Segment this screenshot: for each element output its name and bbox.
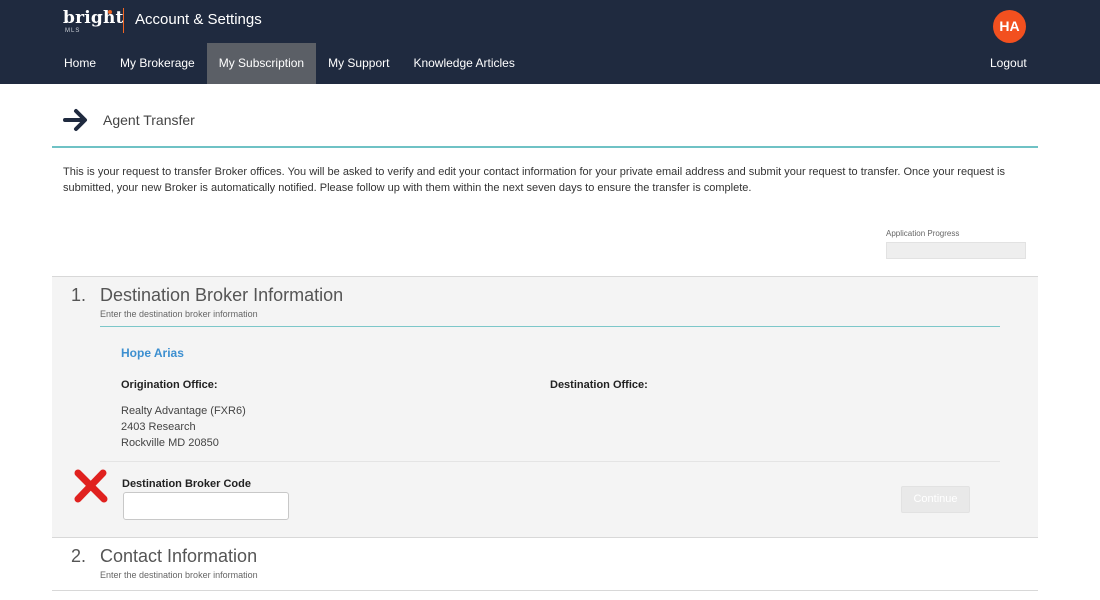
section-title: Contact Information (100, 546, 258, 566)
destination-office-label: Destination Office: (550, 379, 648, 391)
nav-item-knowledge-articles[interactable]: Knowledge Articles (401, 43, 526, 84)
destination-broker-code-input[interactable] (123, 492, 289, 520)
destination-broker-code-label: Destination Broker Code (122, 478, 251, 490)
application-progress-bar (886, 242, 1026, 259)
agent-name: Hope Arias (121, 346, 184, 360)
nav-item-my-support[interactable]: My Support (316, 43, 401, 84)
logo-dot-icon (108, 10, 112, 14)
section-subtitle: Enter the destination broker information (100, 309, 258, 319)
section-number: 2. (71, 546, 87, 566)
section-title: Destination Broker Information (100, 285, 344, 305)
continue-button[interactable]: Continue (901, 486, 970, 513)
address-line: 2403 Research (121, 421, 196, 433)
nav-item-my-subscription[interactable]: My Subscription (206, 43, 317, 84)
app-title: Account & Settings (135, 11, 262, 28)
page-title: Agent Transfer (103, 112, 195, 128)
logout-link[interactable]: Logout (990, 43, 1027, 84)
red-x-icon (74, 469, 108, 503)
section-contact-information[interactable]: 2. Contact Information Enter the destina… (52, 538, 1038, 591)
form-divider (100, 461, 1000, 462)
page-heading: Agent Transfer (52, 96, 1038, 148)
origination-address: Realty Advantage (FXR6) 2403 Research Ro… (121, 403, 246, 451)
user-avatar[interactable]: HA (993, 10, 1026, 43)
header-divider (123, 8, 124, 33)
nav-item-my-brokerage[interactable]: My Brokerage (108, 43, 207, 84)
arrow-right-icon (63, 109, 87, 131)
nav-item-home[interactable]: Home (52, 43, 108, 84)
logo-subtext: MLS (65, 28, 81, 34)
bright-mls-logo[interactable]: bright MLS (63, 8, 124, 35)
origination-office-label: Origination Office: (121, 379, 218, 391)
progress-label: Application Progress (886, 229, 960, 238)
top-header: bright MLS Account & Settings HA Home My… (0, 0, 1100, 84)
section-number: 1. (71, 285, 87, 305)
main-nav: Home My Brokerage My Subscription My Sup… (52, 43, 527, 84)
address-line: Rockville MD 20850 (121, 437, 219, 449)
section-divider (100, 326, 1000, 327)
intro-text: This is your request to transfer Broker … (63, 166, 1005, 194)
logo-text: bright (63, 8, 124, 28)
address-line: Realty Advantage (FXR6) (121, 405, 246, 417)
section-subtitle: Enter the destination broker information (100, 570, 258, 580)
section-destination-broker: 1. Destination Broker Information Enter … (52, 276, 1038, 538)
